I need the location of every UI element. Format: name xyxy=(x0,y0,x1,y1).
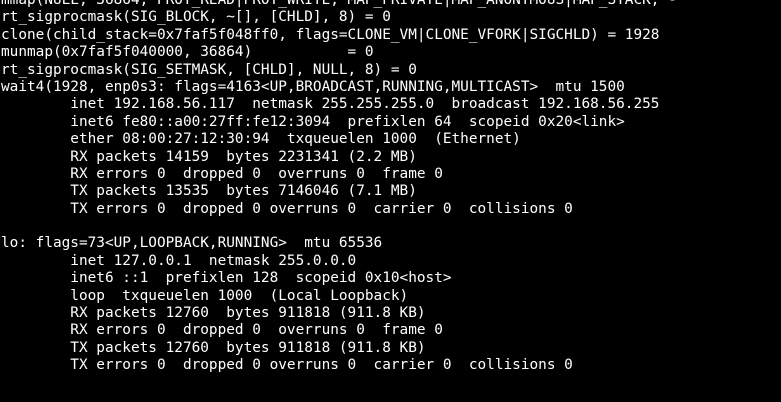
terminal-line: RX packets 12760 bytes 911818 (911.8 KB) xyxy=(1,305,426,322)
terminal-line: rt_sigprocmask(SIG_BLOCK, ~[], [CHLD], 8… xyxy=(1,9,391,26)
terminal-line: TX errors 0 dropped 0 overruns 0 carrier… xyxy=(1,200,573,217)
terminal-line: munmap(0x7faf5f040000, 36864) = 0 xyxy=(1,44,374,61)
terminal-line: TX packets 12760 bytes 911818 (911.8 KB) xyxy=(1,339,426,356)
terminal-line: TX packets 13535 bytes 7146046 (7.1 MB) xyxy=(1,183,417,200)
terminal-line: mmap(NULL, 36864, PROT_READ|PROT_WRITE, … xyxy=(1,0,677,8)
terminal-line: ether 08:00:27:12:30:94 txqueuelen 1000 … xyxy=(1,131,521,148)
terminal-line: lo: flags=73<UP,LOOPBACK,RUNNING> mtu 65… xyxy=(1,235,383,252)
terminal-line: inet 127.0.0.1 netmask 255.0.0.0 xyxy=(1,252,357,269)
terminal-line: rt_sigprocmask(SIG_SETMASK, [CHLD], NULL… xyxy=(1,61,417,78)
terminal-line: inet6 fe80::a00:27ff:fe12:3094 prefixlen… xyxy=(1,113,625,130)
terminal-line: clone(child_stack=0x7faf5f048ff0, flags=… xyxy=(1,26,660,43)
terminal-line: RX errors 0 dropped 0 overruns 0 frame 0 xyxy=(1,165,443,182)
terminal-line: inet 192.168.56.117 netmask 255.255.255.… xyxy=(1,96,660,113)
terminal-line: inet6 ::1 prefixlen 128 scopeid 0x10<hos… xyxy=(1,270,452,287)
terminal-line: TX errors 0 dropped 0 overruns 0 carrier… xyxy=(1,357,573,374)
terminal-line: RX packets 14159 bytes 2231341 (2.2 MB) xyxy=(1,148,417,165)
terminal-line: loop txqueuelen 1000 (Local Loopback) xyxy=(1,287,409,304)
terminal-line: RX errors 0 dropped 0 overruns 0 frame 0 xyxy=(1,322,443,339)
terminal-output[interactable]: mmap(NULL, 36864, PROT_READ|PROT_WRITE, … xyxy=(0,0,781,402)
terminal-line: wait4(1928, enp0s3: flags=4163<UP,BROADC… xyxy=(1,78,625,95)
